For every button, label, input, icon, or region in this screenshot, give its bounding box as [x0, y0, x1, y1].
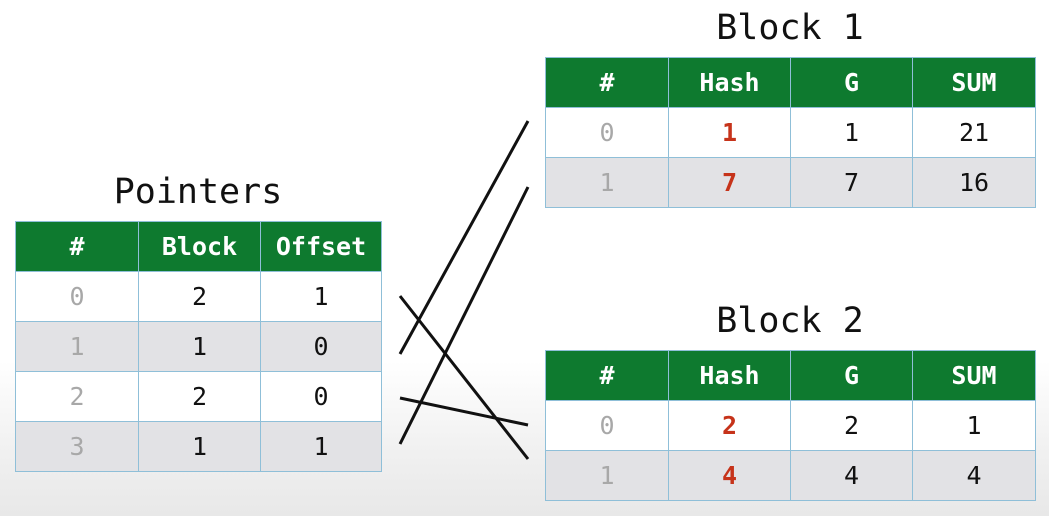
row-index: 0	[545, 400, 669, 451]
block1-title: Block 1	[716, 8, 864, 48]
pointers-header-offset: Offset	[260, 221, 382, 272]
g-cell: 4	[790, 450, 913, 501]
block1-header-row: # Hash G SUM	[545, 57, 1036, 108]
table-row: 1 1 0	[15, 321, 382, 372]
block2-header-hash: Hash	[668, 350, 791, 401]
block1-table: # Hash G SUM 0 1 1 21 1 7 7 16	[545, 57, 1036, 208]
hash-cell: 2	[668, 400, 791, 451]
table-row: 3 1 1	[15, 421, 382, 472]
sum-cell: 4	[912, 450, 1036, 501]
block1-header-sum: SUM	[912, 57, 1036, 108]
offset-cell: 0	[260, 371, 382, 422]
pointers-title: Pointers	[113, 172, 283, 212]
row-index: 1	[545, 450, 669, 501]
block1-header-hash: Hash	[668, 57, 791, 108]
sum-cell: 21	[912, 107, 1036, 158]
table-row: 0 2 2 1	[545, 400, 1036, 451]
row-index: 2	[15, 371, 139, 422]
table-row: 0 2 1	[15, 271, 382, 322]
block2-header-index: #	[545, 350, 669, 401]
block-cell: 1	[138, 421, 261, 472]
row-index: 0	[545, 107, 669, 158]
g-cell: 1	[790, 107, 913, 158]
block1-header-g: G	[790, 57, 913, 108]
block-cell: 2	[138, 371, 261, 422]
offset-cell: 0	[260, 321, 382, 372]
connector-line-row0	[398, 295, 530, 460]
sum-cell: 16	[912, 157, 1036, 208]
row-index: 3	[15, 421, 139, 472]
block2-header-row: # Hash G SUM	[545, 350, 1036, 401]
hash-cell: 7	[668, 157, 791, 208]
row-index: 1	[545, 157, 669, 208]
hash-cell: 1	[668, 107, 791, 158]
offset-cell: 1	[260, 271, 382, 322]
connector-line-row2	[399, 396, 529, 427]
g-cell: 7	[790, 157, 913, 208]
block2-header-sum: SUM	[912, 350, 1036, 401]
block2-title: Block 2	[716, 301, 864, 341]
connector-line-row3	[398, 186, 530, 445]
block1-header-index: #	[545, 57, 669, 108]
row-index: 0	[15, 271, 139, 322]
block-cell: 1	[138, 321, 261, 372]
table-row: 1 7 7 16	[545, 157, 1036, 208]
block-cell: 2	[138, 271, 261, 322]
hash-cell: 4	[668, 450, 791, 501]
g-cell: 2	[790, 400, 913, 451]
table-row: 1 4 4 4	[545, 450, 1036, 501]
pointers-header-block: Block	[138, 221, 261, 272]
pointers-table: # Block Offset 0 2 1 1 1 0 2 2 0 3 1 1	[15, 221, 382, 472]
pointers-header-index: #	[15, 221, 139, 272]
table-row: 0 1 1 21	[545, 107, 1036, 158]
sum-cell: 1	[912, 400, 1036, 451]
pointers-header-row: # Block Offset	[15, 221, 382, 272]
block2-header-g: G	[790, 350, 913, 401]
table-row: 2 2 0	[15, 371, 382, 422]
offset-cell: 1	[260, 421, 382, 472]
row-index: 1	[15, 321, 139, 372]
block2-table: # Hash G SUM 0 2 2 1 1 4 4 4	[545, 350, 1036, 501]
connector-line-row1	[398, 120, 530, 355]
